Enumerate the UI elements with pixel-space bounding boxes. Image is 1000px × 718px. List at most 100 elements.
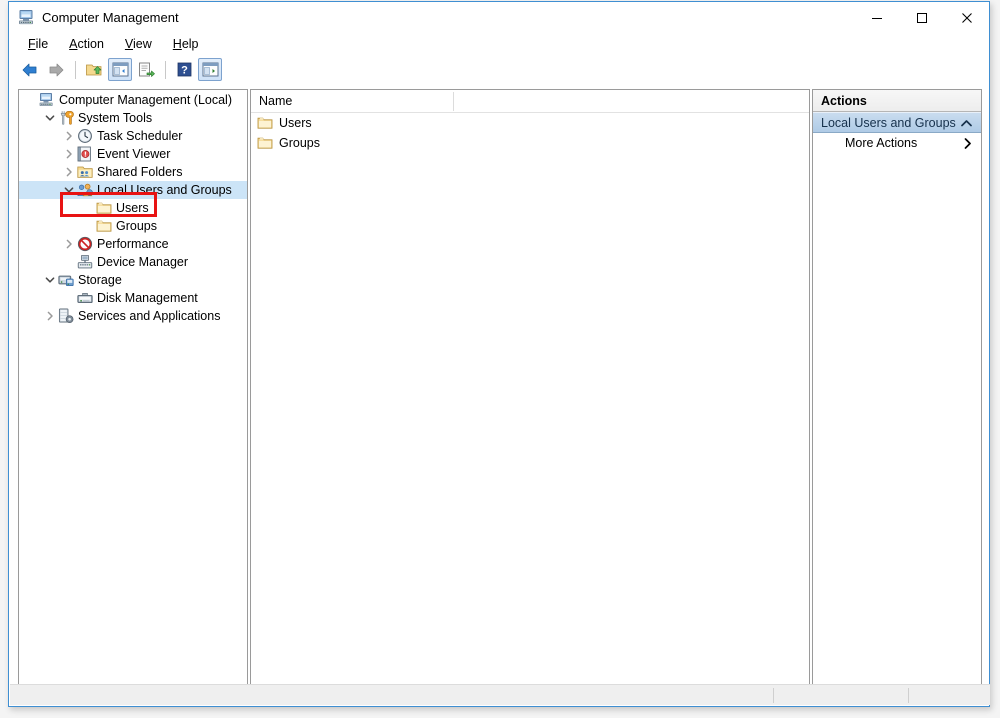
tree-item-label: Local Users and Groups xyxy=(97,183,232,197)
help-button[interactable]: ? xyxy=(172,58,196,81)
expand-toggle-none xyxy=(61,289,77,307)
folder-icon xyxy=(257,115,273,131)
tree-item-local-users-and-groups[interactable]: Local Users and Groups xyxy=(19,181,247,199)
up-folder-button[interactable] xyxy=(82,58,106,81)
menu-view[interactable]: View xyxy=(117,35,161,54)
list-item[interactable]: Groups xyxy=(251,133,809,153)
tree-item-shared-folders[interactable]: Shared Folders xyxy=(19,163,247,181)
minimize-icon xyxy=(871,17,882,19)
svg-text:?: ? xyxy=(181,65,188,77)
chevron-down-icon xyxy=(45,277,55,283)
expand-toggle-none xyxy=(61,253,77,271)
tree-item-label: Performance xyxy=(97,237,169,251)
tree-item-label: Device Manager xyxy=(97,255,189,269)
services-icon xyxy=(58,308,74,324)
tree-item-task-scheduler[interactable]: Task Scheduler xyxy=(19,127,247,145)
actions-pane: Actions Local Users and Groups More Acti… xyxy=(812,89,982,691)
expand-toggle-open[interactable] xyxy=(42,271,58,289)
expand-toggle-open[interactable] xyxy=(61,181,77,199)
tree-item-event-viewer[interactable]: Event Viewer xyxy=(19,145,247,163)
tree-item-groups[interactable]: Groups xyxy=(19,217,247,235)
list-item-label: Users xyxy=(279,116,312,130)
back-icon xyxy=(22,63,37,76)
expand-toggle-closed[interactable] xyxy=(61,127,77,145)
tree-item-label: Event Viewer xyxy=(97,147,171,161)
computer-icon xyxy=(18,9,36,26)
column-divider[interactable] xyxy=(453,92,454,111)
expand-toggle-open[interactable] xyxy=(42,109,58,127)
expand-toggle-closed[interactable] xyxy=(61,163,77,181)
result-list: Users Groups xyxy=(251,113,809,153)
close-button[interactable] xyxy=(944,2,989,33)
disk-icon xyxy=(77,290,93,306)
tree-item-storage[interactable]: Storage xyxy=(19,271,247,289)
up-folder-icon xyxy=(86,64,102,75)
tree-item-label: Task Scheduler xyxy=(97,129,183,143)
chevron-right-icon[interactable] xyxy=(964,133,971,154)
expand-toggle-closed[interactable] xyxy=(61,145,77,163)
properties-button[interactable] xyxy=(134,58,158,81)
folder-icon xyxy=(96,200,112,216)
tree-item-users[interactable]: Users xyxy=(19,199,247,217)
list-item[interactable]: Users xyxy=(251,113,809,133)
tree-item-label: System Tools xyxy=(78,111,153,125)
forward-button[interactable] xyxy=(44,58,68,81)
device-manager-icon xyxy=(77,254,93,270)
computer-management-window: Computer Management File Action View Hel… xyxy=(8,1,990,707)
action-more-actions-label: More Actions xyxy=(845,136,918,150)
window-controls xyxy=(854,2,989,33)
properties-icon xyxy=(138,62,155,77)
minimize-button[interactable] xyxy=(854,2,899,33)
action-more-actions[interactable]: More Actions xyxy=(813,133,981,154)
list-item-label: Groups xyxy=(279,136,320,150)
computer-icon xyxy=(39,92,55,108)
clock-icon xyxy=(77,128,93,144)
chevron-down-icon xyxy=(64,187,74,193)
show-action-pane-icon xyxy=(202,62,218,77)
chevron-right-icon xyxy=(66,167,72,177)
menu-help[interactable]: Help xyxy=(165,35,208,54)
forward-icon xyxy=(49,63,64,76)
actions-group-local-users-and-groups[interactable]: Local Users and Groups xyxy=(813,112,981,133)
users-group-icon xyxy=(77,182,93,198)
close-icon xyxy=(961,12,972,23)
expand-toggle-closed[interactable] xyxy=(42,307,58,325)
tree-item-device-manager[interactable]: Device Manager xyxy=(19,253,247,271)
show-action-pane-button[interactable] xyxy=(198,58,222,81)
tree-item-services-and-applications[interactable]: Services and Applications xyxy=(19,307,247,325)
expand-toggle-closed[interactable] xyxy=(61,235,77,253)
tree-item-performance[interactable]: Performance xyxy=(19,235,247,253)
storage-icon xyxy=(58,272,74,288)
tools-icon xyxy=(58,110,74,126)
tree-item-disk-management[interactable]: Disk Management xyxy=(19,289,247,307)
tree-item-label: Users xyxy=(116,201,149,215)
menu-action[interactable]: Action xyxy=(61,35,113,54)
tree-item-label: Shared Folders xyxy=(97,165,183,179)
toolbar-separator-1 xyxy=(75,60,76,79)
event-log-icon xyxy=(77,146,93,162)
status-separator-1 xyxy=(773,688,774,703)
toolbar: ? xyxy=(9,55,989,84)
chevron-up-icon[interactable] xyxy=(961,113,972,134)
maximize-icon xyxy=(916,12,927,23)
back-button[interactable] xyxy=(18,58,42,81)
tree-item-computer-management-local[interactable]: Computer Management (Local) xyxy=(19,91,247,109)
tree-item-label: Services and Applications xyxy=(78,309,221,323)
chevron-right-icon xyxy=(66,239,72,249)
menu-bar: File Action View Help xyxy=(9,33,989,55)
title-bar: Computer Management xyxy=(9,2,989,33)
expand-toggle-none xyxy=(80,217,96,235)
column-header-name[interactable]: Name xyxy=(251,90,292,112)
chevron-right-icon xyxy=(66,131,72,141)
tree-item-label: Groups xyxy=(116,219,157,233)
menu-file[interactable]: File xyxy=(20,35,57,54)
tree-item-system-tools[interactable]: System Tools xyxy=(19,109,247,127)
tree-item-label: Storage xyxy=(78,273,122,287)
help-icon: ? xyxy=(177,62,191,77)
show-hide-tree-button[interactable] xyxy=(108,58,132,81)
maximize-button[interactable] xyxy=(899,2,944,33)
result-list-pane: Name Users Groups xyxy=(250,89,810,691)
actions-group-label: Local Users and Groups xyxy=(821,116,956,130)
expand-toggle-none xyxy=(23,91,39,109)
toolbar-separator-2 xyxy=(165,60,166,79)
